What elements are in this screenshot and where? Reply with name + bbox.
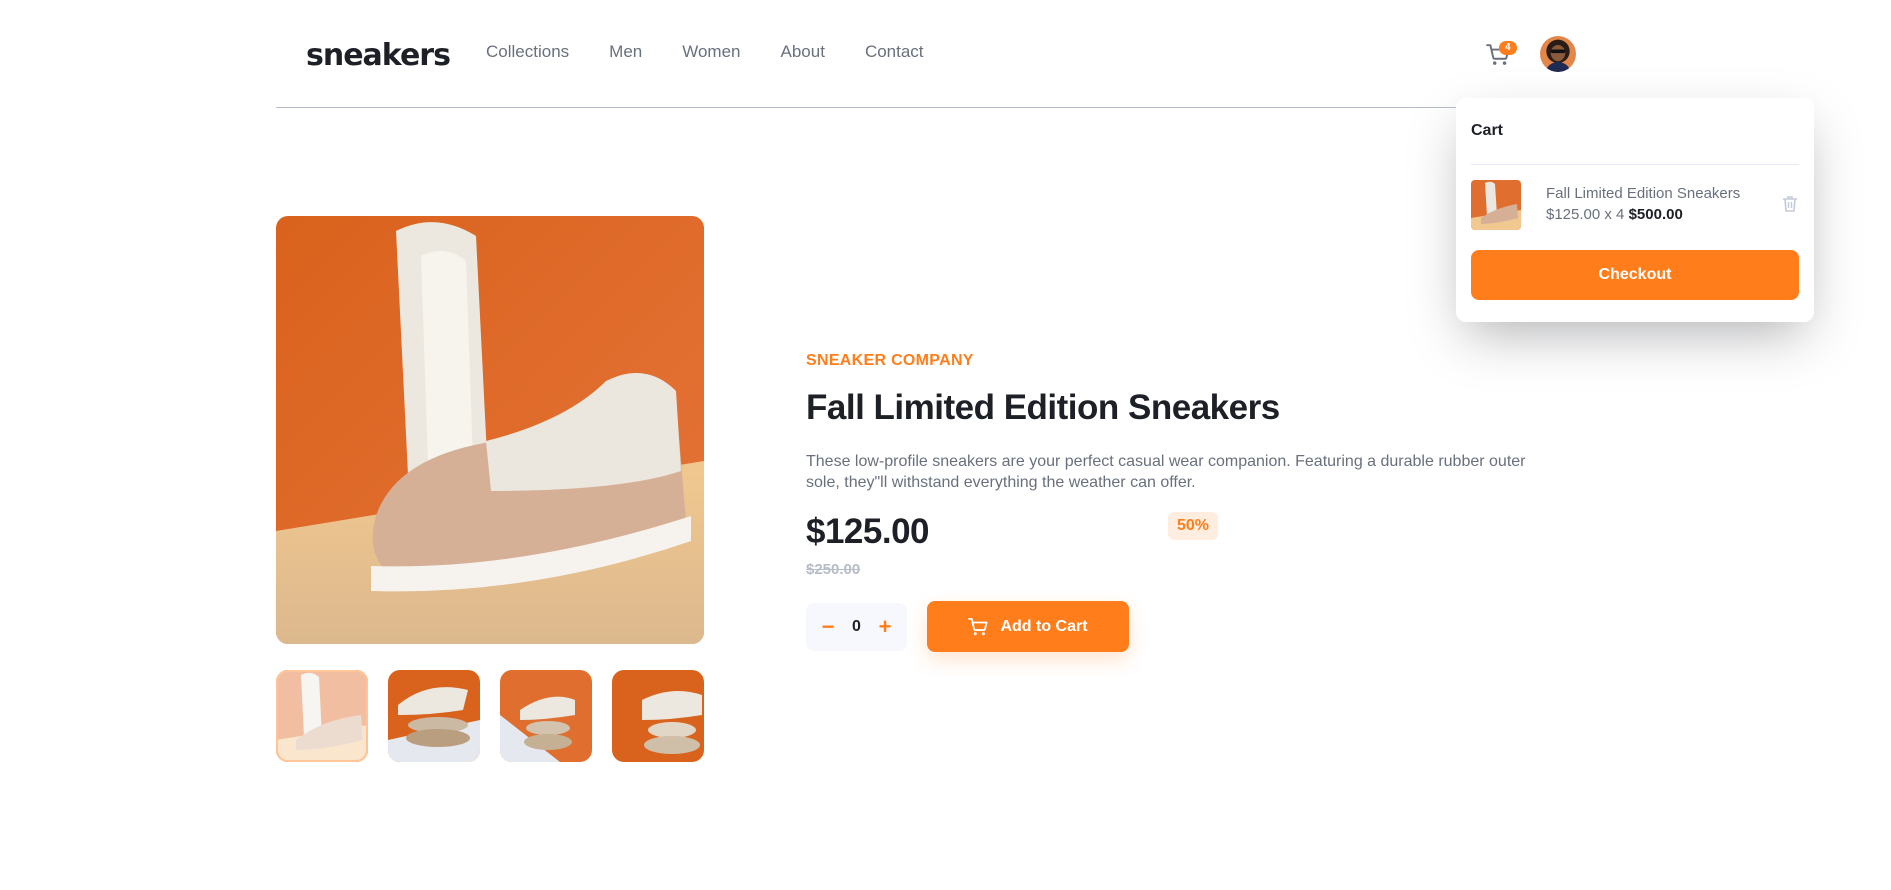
cart-item-name: Fall Limited Edition Sneakers bbox=[1546, 185, 1741, 202]
nav-men[interactable]: Men bbox=[609, 42, 642, 62]
original-price: $250.00 bbox=[806, 561, 861, 578]
add-to-cart-button[interactable]: Add to Cart bbox=[927, 601, 1129, 652]
cart-item-thumbnail bbox=[1471, 180, 1521, 230]
company-name: SNEAKER COMPANY bbox=[806, 352, 974, 369]
nav-collections[interactable]: Collections bbox=[486, 42, 569, 62]
avatar-image bbox=[1540, 36, 1576, 72]
delete-icon[interactable] bbox=[1783, 196, 1797, 214]
nav-contact[interactable]: Contact bbox=[865, 42, 924, 62]
thumbnail-1[interactable] bbox=[276, 670, 368, 762]
discount-badge: 50% bbox=[1168, 512, 1219, 540]
thumbnail-3[interactable] bbox=[500, 670, 592, 762]
increment-button[interactable]: + bbox=[873, 616, 897, 638]
cart-button[interactable]: 4 bbox=[1486, 41, 1517, 72]
cart-icon bbox=[968, 617, 988, 635]
current-price: $125.00 bbox=[806, 512, 930, 551]
cart-divider bbox=[1471, 164, 1799, 165]
add-to-cart-label: Add to Cart bbox=[1000, 617, 1088, 635]
thumbnail-2[interactable] bbox=[388, 670, 480, 762]
logo[interactable]: sneakers bbox=[306, 38, 451, 73]
cart-item-line: $125.00 x 4 $500.00 bbox=[1546, 206, 1683, 223]
cart-popover: Cart Fall Limited Edition Sneakers $125.… bbox=[1456, 98, 1814, 322]
cart-title: Cart bbox=[1471, 122, 1504, 139]
decrement-button[interactable]: − bbox=[816, 616, 840, 638]
quantity-stepper: − 0 + bbox=[806, 603, 907, 651]
thumbnail-4[interactable] bbox=[612, 670, 704, 762]
product-title: Fall Limited Edition Sneakers bbox=[806, 388, 1280, 427]
cart-item-unit: $125.00 x 4 bbox=[1546, 206, 1625, 223]
thumbnail-list bbox=[276, 670, 704, 762]
cart-item-total: $500.00 bbox=[1628, 206, 1683, 223]
quantity-value: 0 bbox=[852, 618, 861, 635]
checkout-button[interactable]: Checkout bbox=[1471, 250, 1799, 300]
product-description: These low-profile sneakers are your perf… bbox=[806, 453, 1526, 491]
avatar[interactable] bbox=[1538, 34, 1578, 74]
nav-women[interactable]: Women bbox=[682, 42, 740, 62]
product-main-image[interactable] bbox=[276, 216, 704, 644]
nav-about[interactable]: About bbox=[781, 42, 825, 62]
main-nav: Collections Men Women About Contact bbox=[486, 42, 924, 62]
cart-count-badge: 4 bbox=[1499, 41, 1517, 55]
site-header: sneakers Collections Men Women About Con… bbox=[276, 0, 1590, 108]
